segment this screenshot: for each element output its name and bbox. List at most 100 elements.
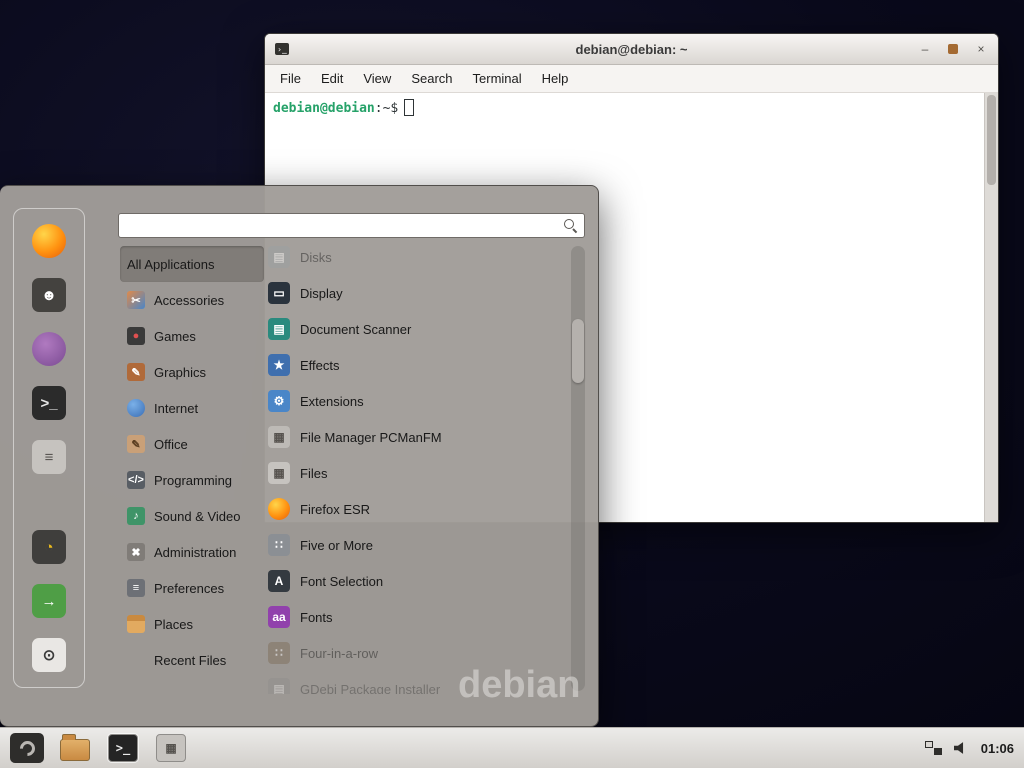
category-programming[interactable]: </> Programming [120, 462, 264, 498]
five-or-more-icon: ∷ [268, 534, 290, 556]
terminal-menu-label: Edit [321, 71, 343, 86]
clock[interactable]: 01:06 [981, 741, 1014, 756]
favorite-lock-screen[interactable]: ◔ [25, 527, 73, 567]
category-label: Office [154, 437, 188, 452]
favorites-column: ☻ >_ ≡ ◔ → ⊙ [13, 208, 85, 688]
category-games[interactable]: ● Games [120, 318, 264, 354]
favorite-mascot[interactable] [25, 329, 73, 369]
search-input[interactable] [119, 214, 563, 237]
sound-video-icon: ♪ [127, 507, 145, 525]
search-icon [563, 218, 578, 233]
taskbar-launcher-files[interactable]: ▦ [154, 732, 188, 764]
file-manager-pcmanfm-icon: ▦ [268, 426, 290, 448]
app-effects[interactable]: ★ Effects [264, 347, 570, 383]
app-display[interactable]: ▭ Display [264, 275, 570, 311]
four-in-a-row-icon: ∷ [268, 642, 290, 664]
firefox-icon [32, 224, 66, 258]
app-fonts[interactable]: aa Fonts [264, 599, 570, 635]
menu-logo-icon [16, 737, 37, 758]
category-sound-video[interactable]: ♪ Sound & Video [120, 498, 264, 534]
menu-button[interactable] [10, 733, 44, 763]
category-administration[interactable]: ✖ Administration [120, 534, 264, 570]
gdebi-package-installer-icon: ▤ [268, 678, 290, 694]
terminal-titlebar[interactable]: ›_ debian@debian: ~ – ▫ × [265, 34, 998, 65]
app-label: Font Selection [300, 574, 383, 589]
disks-icon: ▤ [268, 246, 290, 268]
app-document-scanner[interactable]: ▤ Document Scanner [264, 311, 570, 347]
terminal-icon: >_ [108, 734, 138, 762]
display-icon: ▭ [268, 282, 290, 304]
taskbar-launcher-file-manager[interactable] [58, 732, 92, 764]
log-out-icon: → [32, 584, 66, 618]
category-preferences[interactable]: ≡ Preferences [120, 570, 264, 606]
category-label: Preferences [154, 581, 224, 596]
terminal-menu-view[interactable]: View [354, 68, 400, 89]
terminal-cursor [404, 99, 414, 116]
app-label: GDebi Package Installer [300, 682, 440, 695]
category-label: Internet [154, 401, 198, 416]
favorite-terminal[interactable]: >_ [25, 383, 73, 423]
terminal-menu-label: Search [411, 71, 452, 86]
category-label: Programming [154, 473, 232, 488]
taskbar-launcher-terminal[interactable]: >_ [106, 732, 140, 764]
app-label: Disks [300, 250, 332, 265]
app-firefox-esr[interactable]: Firefox ESR [264, 491, 570, 527]
app-label: Files [300, 466, 327, 481]
app-font-selection[interactable]: A Font Selection [264, 563, 570, 599]
app-files[interactable]: ▦ Files [264, 455, 570, 491]
app-disks[interactable]: ▤ Disks [264, 239, 570, 275]
category-recent-files[interactable]: Recent Files [120, 642, 264, 678]
favorite-firefox[interactable] [25, 221, 73, 261]
search-box [118, 213, 585, 238]
terminal-menu-terminal[interactable]: Terminal [464, 68, 531, 89]
terminal-prompt-user: debian@debian [273, 101, 375, 116]
programming-icon: </> [127, 471, 145, 489]
maximize-button[interactable]: ▫ [948, 44, 958, 54]
volume-icon[interactable] [954, 742, 969, 755]
category-internet[interactable]: Internet [120, 390, 264, 426]
app-label: File Manager PCManFM [300, 430, 442, 445]
category-office[interactable]: ✎ Office [120, 426, 264, 462]
terminal-menu-edit[interactable]: Edit [312, 68, 352, 89]
terminal-window-icon: ›_ [275, 43, 289, 55]
close-button[interactable]: × [974, 43, 988, 55]
categories-list: All Applications ✂ Accessories ● Games ✎… [120, 246, 264, 678]
effects-icon: ★ [268, 354, 290, 376]
preferences-icon: ≡ [127, 579, 145, 597]
accessories-icon: ✂ [127, 291, 145, 309]
terminal-scrollbar[interactable] [984, 93, 998, 522]
internet-icon [127, 399, 145, 417]
terminal-menu-help[interactable]: Help [533, 68, 578, 89]
category-label: Recent Files [154, 653, 226, 668]
applications-scrollbar[interactable] [571, 246, 585, 691]
app-label: Firefox ESR [300, 502, 370, 517]
category-all-applications[interactable]: All Applications [120, 246, 264, 282]
favorite-software[interactable]: ≡ [25, 437, 73, 477]
app-five-or-more[interactable]: ∷ Five or More [264, 527, 570, 563]
applications-scrollbar-thumb[interactable] [572, 319, 584, 383]
terminal-scrollbar-thumb[interactable] [987, 95, 996, 185]
applications-list: ▤ Disks ▭ Display ▤ Document Scanner ★ E… [264, 239, 570, 694]
favorite-log-out[interactable]: → [25, 581, 73, 621]
users-icon: ☻ [32, 278, 66, 312]
category-label: Places [154, 617, 193, 632]
category-graphics[interactable]: ✎ Graphics [120, 354, 264, 390]
terminal-menu-label: Help [542, 71, 569, 86]
shut-down-icon: ⊙ [32, 638, 66, 672]
category-accessories[interactable]: ✂ Accessories [120, 282, 264, 318]
document-scanner-icon: ▤ [268, 318, 290, 340]
favorite-users[interactable]: ☻ [25, 275, 73, 315]
app-extensions[interactable]: ⚙ Extensions [264, 383, 570, 419]
graphics-icon: ✎ [127, 363, 145, 381]
software-icon: ≡ [32, 440, 66, 474]
lock-screen-icon: ◔ [32, 530, 66, 564]
minimize-button[interactable]: – [918, 43, 932, 55]
terminal-menu-search[interactable]: Search [402, 68, 461, 89]
terminal-menu-file[interactable]: File [271, 68, 310, 89]
administration-icon: ✖ [127, 543, 145, 561]
favorite-shut-down[interactable]: ⊙ [25, 635, 73, 675]
app-file-manager-pcmanfm[interactable]: ▦ File Manager PCManFM [264, 419, 570, 455]
network-icon[interactable] [925, 741, 942, 755]
app-label: Display [300, 286, 343, 301]
category-places[interactable]: Places [120, 606, 264, 642]
